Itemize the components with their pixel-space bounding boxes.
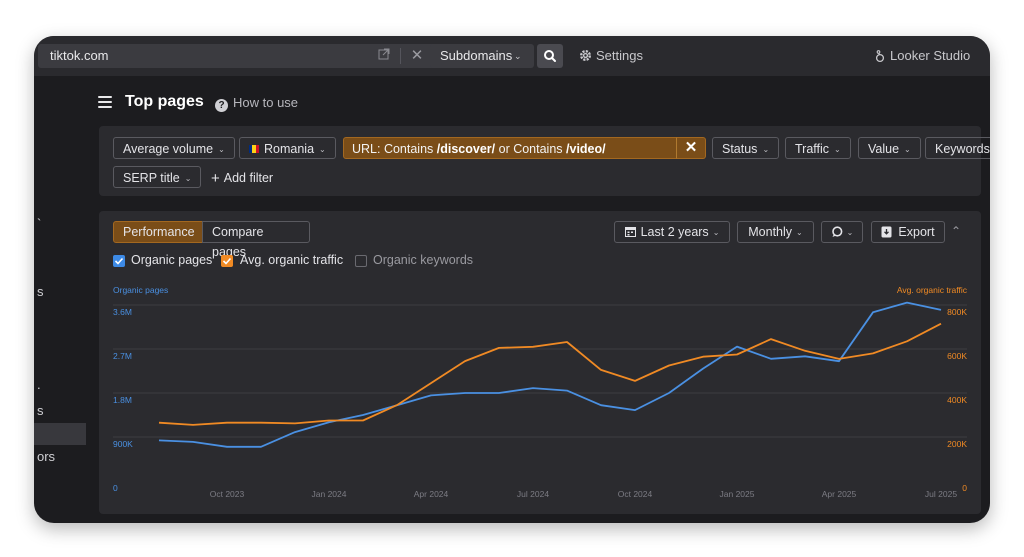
serp-title-filter[interactable]: SERP title ⌄ bbox=[113, 166, 202, 188]
x-tick-label: Jul 2025 bbox=[925, 489, 957, 499]
keywords-filter[interactable]: Keywords⌄ bbox=[925, 137, 990, 159]
settings-label: Settings bbox=[596, 48, 643, 63]
x-tick-label: Oct 2023 bbox=[210, 489, 245, 499]
filter-label: Value bbox=[868, 142, 900, 156]
url-filter-value: /video/ bbox=[566, 142, 606, 156]
remove-filter-button[interactable]: ✕ bbox=[676, 137, 706, 159]
value-filter[interactable]: Value ⌄ bbox=[858, 137, 921, 159]
close-icon: ✕ bbox=[684, 139, 698, 156]
x-tick-label: Jul 2024 bbox=[517, 489, 549, 499]
traffic-filter[interactable]: Traffic ⌄ bbox=[785, 137, 851, 159]
country-filter[interactable]: Romania ⌄ bbox=[239, 137, 336, 159]
y-right-tick-label: 400K bbox=[947, 395, 967, 405]
x-tick-label: Jan 2024 bbox=[312, 489, 347, 499]
search-icon bbox=[544, 50, 556, 62]
settings-button[interactable]: Settings bbox=[579, 48, 643, 63]
filter-label: Keywords bbox=[935, 142, 990, 156]
chevron-down-icon: ⌄ bbox=[184, 174, 192, 183]
sidebar-fragment[interactable]: s bbox=[37, 403, 44, 418]
plus-icon: + bbox=[211, 170, 220, 187]
x-tick-label: Apr 2025 bbox=[822, 489, 857, 499]
add-filter-button[interactable]: + Add filter bbox=[211, 170, 273, 187]
filter-label: Average volume bbox=[123, 142, 214, 156]
app-window: tiktok.com ✕ Subdomains ⌄ Settings Looke… bbox=[34, 36, 990, 523]
domain-input[interactable]: tiktok.com ✕ bbox=[38, 44, 460, 68]
chevron-down-icon: ⌄ bbox=[834, 145, 841, 154]
filter-label: Traffic bbox=[795, 142, 830, 156]
y-right-tick-label: 600K bbox=[947, 351, 967, 361]
filter-panel: Average volume ⌄ Romania ⌄ URL: Contains /… bbox=[99, 126, 990, 196]
performance-chart[interactable]: 0 0 900K 200K 1.8M 400K 2.7M 600K 3.6M 800K Oct 20… bbox=[99, 211, 981, 514]
status-filter[interactable]: Status ⌄ bbox=[712, 137, 780, 159]
filter-label: Status bbox=[722, 142, 758, 156]
url-filter-mid: or Contains bbox=[495, 142, 567, 156]
domain-text: tiktok.com bbox=[50, 48, 109, 63]
help-icon: ? bbox=[215, 99, 228, 112]
y-right-tick-label: 200K bbox=[947, 439, 967, 449]
sidebar-fragment[interactable]: ` bbox=[37, 216, 41, 231]
romania-flag-icon bbox=[249, 145, 259, 153]
chevron-down-icon: ⌄ bbox=[904, 145, 911, 154]
looker-studio-label: Looker Studio bbox=[890, 48, 971, 63]
x-tick-label: Apr 2024 bbox=[414, 489, 449, 499]
url-filter[interactable]: URL: Contains /discover/ or Contains /vi… bbox=[343, 137, 678, 159]
filter-label: SERP title bbox=[123, 171, 180, 185]
average-volume-filter[interactable]: Average volume ⌄ bbox=[113, 137, 235, 159]
filter-label: Romania bbox=[264, 142, 315, 156]
clear-icon[interactable]: ✕ bbox=[406, 45, 428, 67]
y-right-tick-label: 0 bbox=[962, 483, 967, 493]
y-left-tick-label: 900K bbox=[113, 439, 133, 449]
y-left-tick-label: 0 bbox=[113, 483, 118, 493]
sidebar-fragment[interactable]: s bbox=[37, 284, 44, 299]
subdomains-dropdown[interactable]: Subdomains ⌄ bbox=[430, 44, 534, 68]
x-tick-label: Oct 2024 bbox=[618, 489, 653, 499]
url-filter-prefix: URL: Contains bbox=[352, 142, 437, 156]
avg-organic-traffic-line bbox=[158, 322, 942, 426]
y-right-tick-label: 800K bbox=[947, 307, 967, 317]
chevron-down-icon: ⌄ bbox=[514, 51, 522, 61]
sidebar-fragment[interactable]: . bbox=[37, 377, 41, 392]
subdomains-label: Subdomains bbox=[440, 48, 513, 63]
sidebar-active-item[interactable] bbox=[34, 423, 86, 445]
looker-studio-icon bbox=[875, 50, 885, 63]
looker-studio-button[interactable]: Looker Studio bbox=[874, 48, 970, 63]
chevron-down-icon: ⌄ bbox=[319, 145, 326, 154]
how-to-use-label: How to use bbox=[233, 95, 299, 110]
x-tick-label: Jan 2025 bbox=[720, 489, 755, 499]
add-filter-label: Add filter bbox=[223, 171, 274, 185]
page-title: Top pages bbox=[125, 93, 204, 110]
external-link-icon[interactable] bbox=[378, 48, 390, 60]
y-left-tick-label: 2.7M bbox=[113, 351, 132, 361]
organic-pages-line bbox=[158, 301, 942, 448]
chevron-down-icon: ⌄ bbox=[218, 145, 225, 154]
y-left-tick-label: 3.6M bbox=[113, 307, 132, 317]
y-left-tick-label: 1.8M bbox=[113, 395, 132, 405]
sidebar-fragment[interactable]: ors bbox=[37, 449, 55, 464]
chevron-down-icon: ⌄ bbox=[762, 145, 770, 154]
search-button[interactable] bbox=[537, 44, 563, 68]
how-to-use-link[interactable]: ? How to use bbox=[215, 95, 298, 112]
url-filter-value: /discover/ bbox=[436, 142, 496, 156]
performance-panel: Performance Compare pages Last 2 years ⌄ … bbox=[99, 211, 981, 514]
gear-icon bbox=[579, 49, 592, 62]
menu-icon[interactable] bbox=[98, 96, 112, 108]
top-toolbar: tiktok.com ✕ Subdomains ⌄ Settings Looke… bbox=[34, 36, 990, 76]
toolbar-divider bbox=[400, 48, 401, 64]
